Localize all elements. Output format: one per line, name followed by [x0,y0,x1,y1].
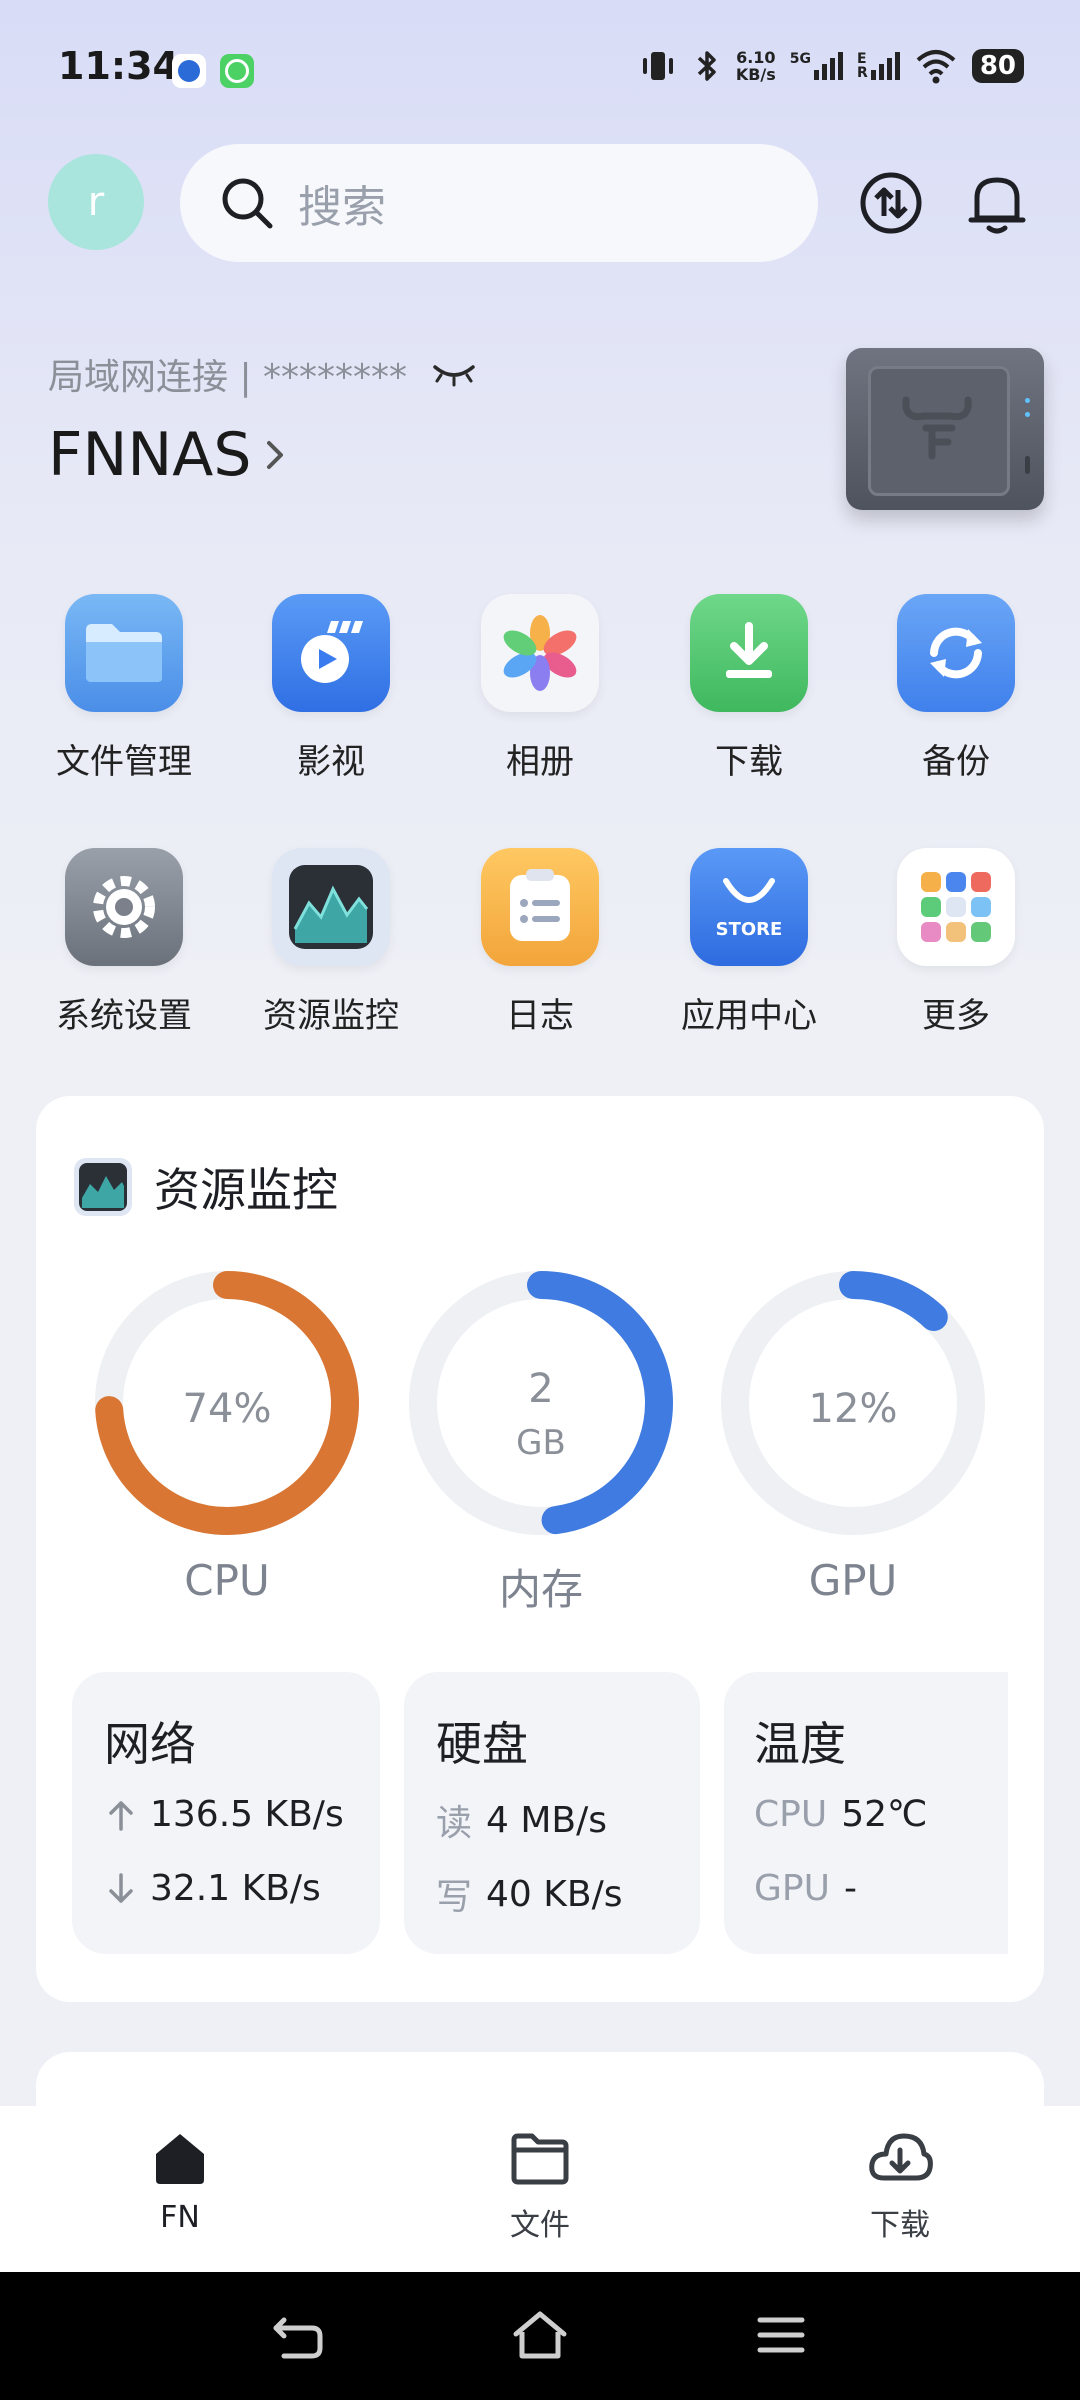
app-label: 更多 [922,996,990,1036]
status-indicators: 6.10 KB/s 5G E R 80 [638,46,1024,86]
app-label: 备份 [922,742,990,782]
tab-label: 文件 [510,2208,570,2243]
app-resource-monitor[interactable]: 资源监控 [231,848,431,1037]
app-store[interactable]: STORE 应用中心 [649,848,849,1037]
more-grid-icon [897,848,1015,966]
monitor-chart-icon [272,848,390,966]
device-name-text: FNNAS [48,420,252,490]
search-bar[interactable]: 搜索 [180,144,818,262]
eye-closed-icon[interactable] [431,361,477,387]
app-backup[interactable]: 备份 [856,594,1056,783]
transfer-button[interactable] [856,168,926,238]
home-icon [156,2134,204,2184]
net-speed: 6.10 KB/s [735,48,776,84]
memory-label: 内存 [498,1565,583,1614]
status-time: 11:34 [58,44,179,88]
app-log[interactable]: 日志 [440,848,640,1037]
temperature-title: 温度 [754,1717,846,1771]
menu-icon[interactable] [756,2312,806,2358]
network-upload: 136.5 KB/s [106,1794,344,1835]
network-title: 网络 [104,1717,196,1771]
system-navigation-bar [0,2272,1080,2400]
temperature-tile[interactable]: 温度 CPU 52℃ GPU - [724,1672,1008,1954]
cell-signal-2: E R [857,52,900,80]
cpu-label: CPU [184,1556,270,1605]
nas-device-image [846,348,1044,510]
app-label: 日志 [506,996,574,1036]
app-label: 文件管理 [56,742,192,782]
tab-files[interactable]: 文件 [450,2128,630,2244]
bell-icon [968,177,1026,234]
chevron-right-icon [267,441,284,469]
notification-app-icon [172,54,206,88]
search-placeholder: 搜索 [298,182,386,233]
film-icon [272,594,390,712]
temperature-gpu: GPU - [754,1868,857,1909]
app-file-manager[interactable]: 文件管理 [24,594,224,783]
app-more[interactable]: 更多 [856,848,1056,1037]
back-icon[interactable] [270,2310,326,2362]
search-icon [222,178,273,229]
network-tile[interactable]: 网络 136.5 KB/s 32.1 KB/s [72,1672,380,1954]
app-label: 相册 [506,742,574,782]
network-download: 32.1 KB/s [106,1868,321,1909]
connection-status: 局域网连接 | ******** [48,348,477,400]
app-settings[interactable]: 系统设置 [24,848,224,1037]
app-video[interactable]: 影视 [231,594,431,783]
gear-icon [65,848,183,966]
cpu-value: 74% [182,1386,272,1432]
app-label: 系统设置 [56,996,192,1036]
folder-outline-icon [511,2133,569,2185]
transfer-arrows-icon [860,172,922,234]
resource-monitor-title: 资源监控 [154,1163,338,1217]
disk-title: 硬盘 [436,1717,528,1771]
gpu-label: GPU [808,1556,898,1605]
cell-signal-1: 5G [790,52,844,80]
log-notepad-icon [481,848,599,966]
disk-write: 写 40 KB/s [436,1873,623,1919]
app-photos[interactable]: 相册 [440,594,640,783]
bluetooth-icon [697,51,716,81]
app-label: 影视 [297,742,365,782]
device-name[interactable]: FNNAS [48,420,289,490]
photos-flower-icon [481,594,599,712]
temperature-cpu: CPU 52℃ [754,1794,928,1835]
arrow-up-icon [109,1800,133,1831]
cloud-download-icon [869,2133,933,2181]
app-label: 资源监控 [263,996,399,1036]
whatsapp-icon [220,54,254,88]
notifications-button[interactable] [962,168,1032,238]
disk-read: 读4 MB/s [436,1799,608,1845]
connection-text: 局域网连接 | ******** [48,357,408,398]
avatar[interactable]: r [48,154,144,250]
home-nav-icon[interactable] [510,2308,570,2364]
arrow-down-icon [109,1872,133,1903]
resource-monitor-header: 资源监控 [72,1154,338,1220]
tab-fn[interactable]: FN [90,2128,270,2235]
folder-icon [65,594,183,712]
tab-label: 下载 [870,2208,930,2243]
tab-label: FN [160,2200,200,2235]
vibrate-icon [642,52,673,80]
battery-level: 80 [971,49,1024,83]
wifi-icon [916,50,956,84]
disk-tile[interactable]: 硬盘 读4 MB/s 写 40 KB/s [404,1672,700,1954]
backup-sync-icon [897,594,1015,712]
store-bag-icon: STORE [690,848,808,966]
download-icon [690,594,808,712]
monitor-chart-icon [74,1158,132,1216]
app-label: 应用中心 [681,996,817,1036]
memory-value: 2 GB [516,1366,566,1463]
store-badge: STORE [715,918,783,940]
gpu-value: 12% [808,1386,898,1432]
app-download[interactable]: 下载 [649,594,849,783]
app-label: 下载 [715,742,783,782]
tab-downloads[interactable]: 下载 [810,2128,990,2244]
